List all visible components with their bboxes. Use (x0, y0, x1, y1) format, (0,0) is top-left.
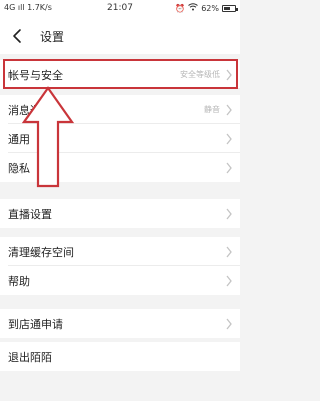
settings-item-privacy[interactable]: 隐私 (0, 153, 240, 182)
settings-item-label: 隐私 (8, 162, 30, 175)
chevron-right-icon (226, 318, 232, 330)
chevron-right-icon (226, 104, 232, 116)
settings-item-account-security[interactable]: 帐号与安全 安全等级低 (0, 60, 240, 89)
settings-item-label: 清理缓存空间 (8, 246, 74, 259)
page-title: 设置 (40, 30, 65, 44)
settings-item-help[interactable]: 帮助 (0, 266, 240, 295)
chevron-right-icon (226, 69, 232, 81)
status-right: ⏰ 62% (175, 3, 238, 13)
security-level-value: 安全等级低 (180, 70, 220, 79)
settings-item-label: 帮助 (8, 275, 30, 288)
notification-mode-value: 静音 (204, 105, 220, 114)
alarm-icon: ⏰ (175, 3, 186, 13)
chevron-right-icon (226, 162, 232, 174)
settings-item-label: 消息通知 (8, 104, 52, 117)
status-bar: 4G ıll 1.7K/s 21:07 ⏰ 62% (0, 0, 240, 18)
battery-percent: 62% (201, 3, 219, 13)
settings-item-store-apply[interactable]: 到店通申请 (0, 309, 240, 338)
settings-item-label: 通用 (8, 133, 30, 146)
chevron-right-icon (226, 133, 232, 145)
logout-label: 退出陌陌 (8, 351, 52, 364)
chevron-right-icon (226, 246, 232, 258)
settings-item-general[interactable]: 通用 (0, 124, 240, 153)
chevron-right-icon (226, 275, 232, 287)
settings-item-label: 直播设置 (8, 208, 52, 221)
settings-item-clear-cache[interactable]: 清理缓存空间 (0, 237, 240, 266)
settings-item-live-settings[interactable]: 直播设置 (0, 199, 240, 228)
settings-item-label: 到店通申请 (8, 318, 63, 331)
battery-icon (222, 4, 238, 12)
logout-button[interactable]: 退出陌陌 (0, 342, 240, 371)
settings-item-label: 帐号与安全 (8, 69, 63, 82)
chevron-right-icon (226, 208, 232, 220)
nav-bar: 设置 (0, 18, 240, 54)
back-arrow-icon (13, 29, 21, 43)
back-button[interactable] (8, 24, 28, 48)
wifi-icon (188, 3, 199, 13)
settings-item-notifications[interactable]: 消息通知 静音 (0, 95, 240, 124)
